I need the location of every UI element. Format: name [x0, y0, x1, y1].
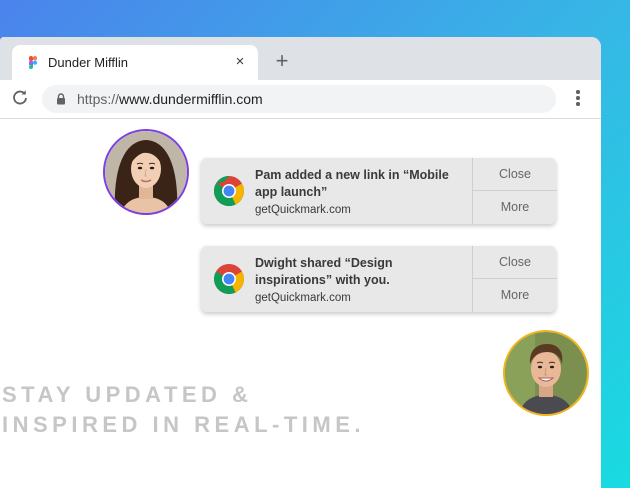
close-tab-icon[interactable]: × — [230, 52, 250, 72]
avatar — [503, 330, 589, 416]
tagline-line-1: STAY UPDATED & — [2, 382, 253, 407]
close-button[interactable]: Close — [473, 246, 557, 279]
url-scheme: https:// — [77, 91, 120, 107]
notification-card: Pam added a new link in “Mobile app laun… — [201, 158, 557, 224]
tagline-line-2: INSPIRED IN REAL-TIME. — [2, 412, 366, 437]
notification-card: Dwight shared “Design inspirations” with… — [201, 246, 557, 312]
address-url: https://www.dundermifflin.com — [77, 91, 263, 107]
lock-icon — [57, 93, 65, 105]
close-button[interactable]: Close — [473, 158, 557, 191]
avatar — [103, 129, 189, 215]
notification-message: Dwight shared “Design inspirations” with… — [255, 256, 393, 287]
notification-source: getQuickmark.com — [255, 292, 351, 304]
notification-source: getQuickmark.com — [255, 204, 351, 216]
notification-actions: Close More — [472, 158, 557, 224]
figma-icon — [29, 56, 37, 69]
woman-portrait-icon — [105, 131, 187, 213]
browser-toolbar: https://www.dundermifflin.com — [0, 80, 601, 119]
tab-dunder-mifflin[interactable]: Dunder Mifflin × — [12, 45, 258, 80]
menu-icon[interactable] — [570, 90, 586, 108]
new-tab-button[interactable]: + — [270, 49, 294, 73]
notification-actions: Close More — [472, 246, 557, 312]
tab-strip: Dunder Mifflin × + — [0, 37, 601, 80]
chrome-icon — [213, 176, 244, 207]
url-host: www.dundermifflin.com — [119, 91, 263, 107]
tab-title: Dunder Mifflin — [48, 55, 128, 70]
reload-icon[interactable] — [10, 88, 30, 108]
more-button[interactable]: More — [473, 279, 557, 312]
notification-message: Pam added a new link in “Mobile app laun… — [255, 168, 449, 199]
more-button[interactable]: More — [473, 191, 557, 224]
man-portrait-icon — [505, 332, 587, 414]
tagline: STAY UPDATED & INSPIRED IN REAL-TIME. — [2, 380, 365, 440]
address-bar[interactable]: https://www.dundermifflin.com — [42, 85, 556, 113]
chrome-icon — [214, 264, 244, 294]
